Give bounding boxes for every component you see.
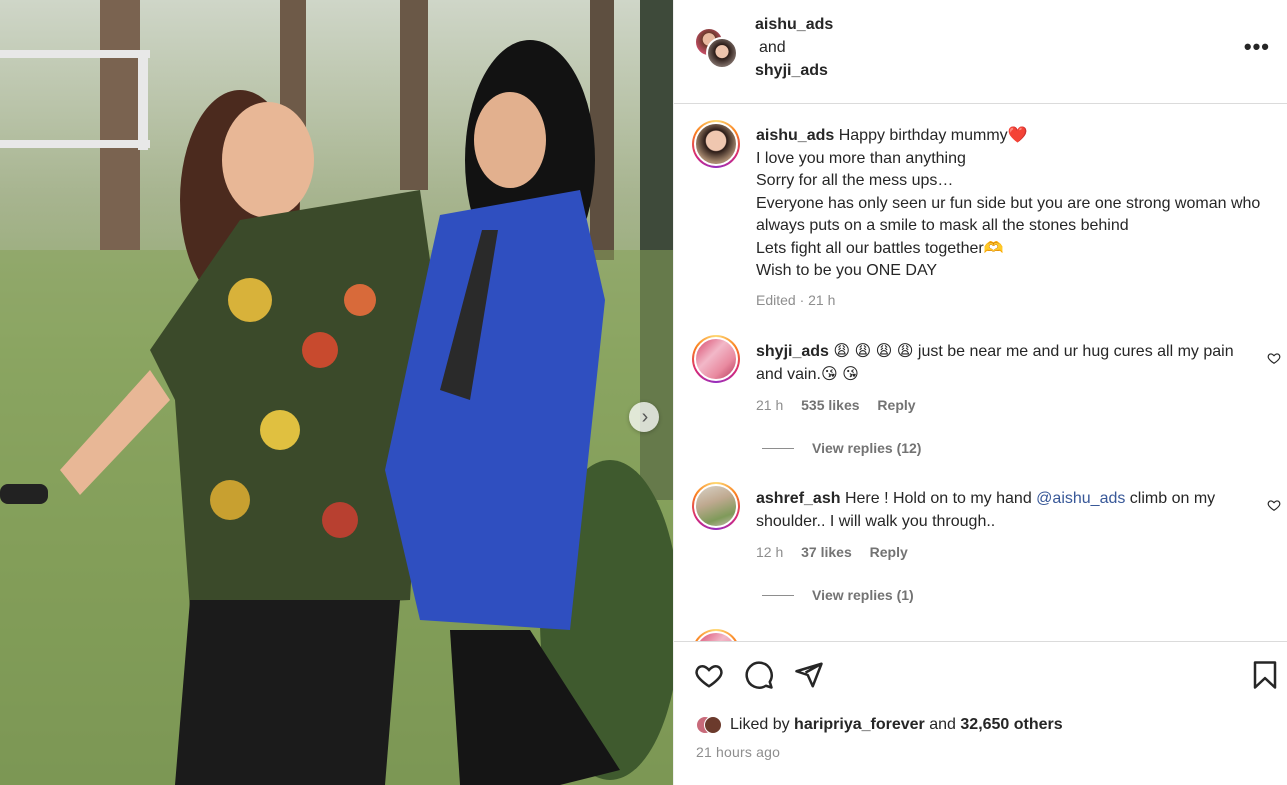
caption-line: Sorry for all the mess ups…	[756, 172, 954, 189]
likes-summary[interactable]: Liked by haripriya_forever and 32,650 ot…	[696, 714, 1063, 736]
caption-line: Lets fight all our battles together🫶	[756, 239, 1004, 257]
divider	[762, 594, 794, 596]
caption: aishu_ads Happy birthday mummy❤️ I love …	[756, 125, 1268, 283]
next-photo-button[interactable]: ›	[629, 402, 659, 432]
reply-button[interactable]: Reply	[870, 544, 908, 560]
caption-line: Everyone has only seen ur fun side but y…	[756, 194, 1261, 235]
comment-likes[interactable]: 535 likes	[801, 397, 859, 413]
chevron-right-icon: ›	[641, 406, 649, 428]
heart-icon[interactable]	[1267, 498, 1281, 512]
collab-usernames: aishu_ads and shyji_ads	[755, 13, 833, 82]
liker-username[interactable]: haripriya_forever	[794, 716, 925, 734]
post-header: aishu_ads and shyji_ads •••	[674, 0, 1287, 104]
comment: shyji_ads 😩 😩 😩 😩 just be near me and ur…	[756, 341, 1256, 386]
avatar[interactable]	[692, 629, 740, 641]
comment-text: Here ! Hold on to my hand	[844, 490, 1037, 507]
comments-section[interactable]: aishu_ads Happy birthday mummy❤️ I love …	[674, 105, 1287, 641]
instagram-post: › aishu_ads and shyji_ads ••• aishu_ads …	[0, 0, 1287, 785]
post-photo[interactable]: ›	[0, 0, 673, 785]
reply-button[interactable]: Reply	[877, 397, 915, 413]
comment: ashref_ash Here ! Hold on to my hand @ai…	[756, 488, 1256, 533]
mention-link[interactable]: @aishu_ads	[1036, 490, 1125, 507]
comment-meta: 12 h 37 likes Reply	[756, 544, 908, 560]
post-timestamp[interactable]: 21 hours ago	[696, 744, 780, 760]
and-label: and	[759, 39, 786, 56]
heart-icon[interactable]	[1267, 351, 1281, 365]
username-link[interactable]: shyji_ads	[755, 62, 828, 79]
collab-avatars[interactable]	[694, 27, 740, 71]
bookmark-icon[interactable]	[1250, 660, 1280, 690]
comment-likes[interactable]: 37 likes	[801, 544, 852, 560]
more-horizontal-icon[interactable]: •••	[1244, 34, 1270, 60]
comment-username[interactable]: ashref_ash	[756, 490, 841, 507]
caption-line: Happy birthday mummy❤️	[838, 127, 1028, 144]
comment-time: 12 h	[756, 544, 784, 560]
avatar[interactable]	[692, 335, 740, 383]
comment-time: 21 h	[756, 397, 784, 413]
photo-illustration	[0, 0, 673, 785]
likes-middle: and	[929, 716, 956, 733]
avatar[interactable]	[692, 120, 740, 168]
likes-others-link[interactable]: 32,650 others	[960, 716, 1062, 734]
likes-prefix: Liked by	[730, 716, 790, 733]
post-side-panel: aishu_ads and shyji_ads ••• aishu_ads Ha…	[673, 0, 1287, 785]
avatar[interactable]	[692, 482, 740, 530]
comment-icon[interactable]	[744, 660, 774, 690]
heart-icon[interactable]	[694, 660, 724, 690]
username-link[interactable]: aishu_ads	[755, 16, 833, 33]
view-replies-button[interactable]: View replies (12)	[762, 440, 921, 456]
share-icon[interactable]	[794, 660, 824, 690]
caption-line: I love you more than anything	[756, 149, 966, 167]
view-replies-label: View replies (12)	[812, 440, 922, 456]
avatar	[706, 37, 738, 69]
caption-username[interactable]: aishu_ads	[756, 127, 834, 144]
caption-meta: Edited · 21 h	[756, 292, 836, 308]
post-actions-bar: Liked by haripriya_forever and 32,650 ot…	[674, 641, 1287, 785]
view-replies-label: View replies (1)	[812, 587, 914, 603]
comment-username[interactable]: shyji_ads	[756, 343, 829, 360]
liker-avatars	[696, 714, 722, 736]
divider	[762, 447, 794, 449]
caption-line: Wish to be you ONE DAY	[756, 262, 938, 279]
view-replies-button[interactable]: View replies (1)	[762, 587, 914, 603]
comment-meta: 21 h 535 likes Reply	[756, 397, 916, 413]
